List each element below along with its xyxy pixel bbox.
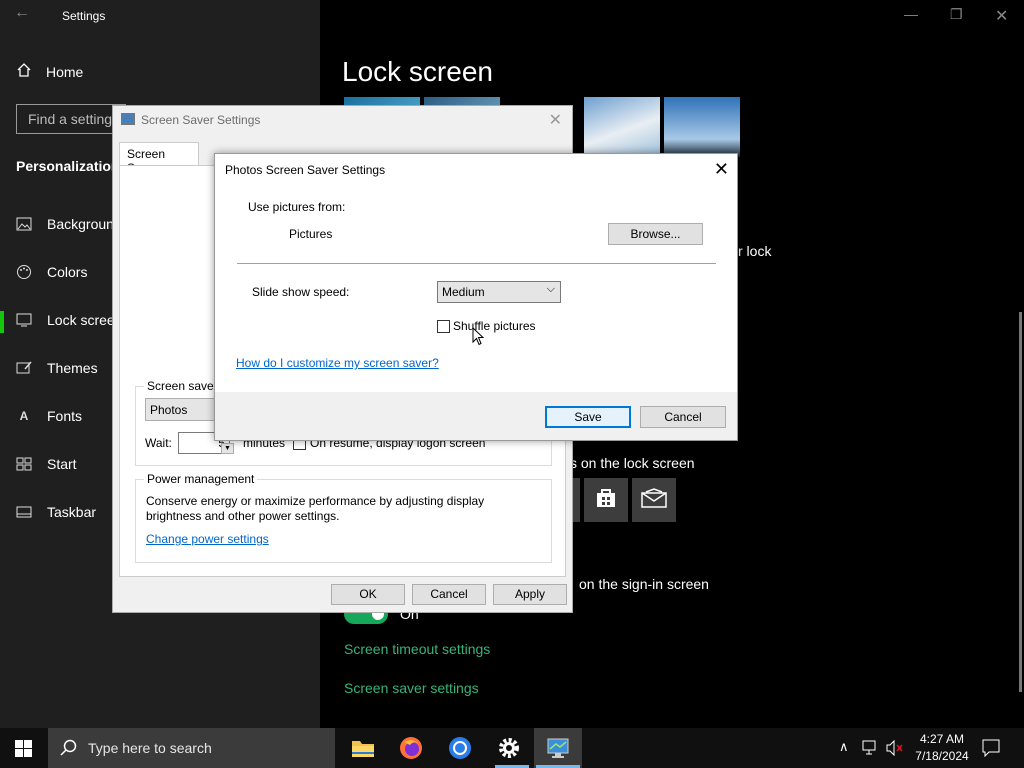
home-icon (16, 62, 32, 81)
change-power-settings-link[interactable]: Change power settings (146, 532, 269, 546)
photos-screen-saver-dialog: Photos Screen Saver Settings ✕ Use pictu… (214, 153, 738, 441)
settings-window-title: Settings (62, 9, 106, 23)
volume-muted-icon[interactable] (886, 739, 904, 761)
taskbar: Type here to search ∧ 4:27 AM 7/18/2024 (0, 728, 1024, 768)
mail-icon (641, 487, 667, 513)
clock-time[interactable]: 4:27 AM (912, 732, 972, 746)
nav-item-taskbar[interactable]: Taskbar (16, 504, 96, 520)
divider (237, 263, 716, 264)
gear-icon[interactable] (497, 736, 521, 765)
font-icon: A (19, 409, 29, 423)
chevron-down-icon: ⌵ (546, 283, 555, 295)
firefox-icon[interactable] (399, 736, 423, 765)
back-arrow-icon[interactable]: ← (14, 4, 30, 22)
taskbar-icon (16, 504, 32, 520)
chrome-icon[interactable] (448, 736, 472, 765)
picture-folder-value: Pictures (289, 227, 333, 241)
nav-home-label: Home (46, 63, 84, 80)
close-icon[interactable]: ✕ (714, 159, 729, 180)
background-thumbnail[interactable] (584, 97, 660, 157)
signin-background-heading: on the sign-in screen (579, 576, 709, 592)
screen-saver-select[interactable]: Photos (145, 398, 220, 421)
find-setting-input[interactable]: Find a setting (16, 104, 126, 134)
search-placeholder: Type here to search (88, 740, 212, 756)
store-icon (594, 487, 618, 514)
lock-screen-apps-heading: s on the lock screen (570, 455, 695, 471)
group-label: Screen saver (144, 379, 221, 393)
network-icon[interactable] (862, 740, 880, 761)
image-icon (16, 216, 32, 232)
lock-screen-app-mail[interactable] (632, 478, 676, 522)
dialog-title: Photos Screen Saver Settings (225, 163, 386, 177)
background-thumbnail[interactable] (664, 97, 740, 157)
notifications-icon[interactable] (982, 739, 1000, 762)
brush-icon (16, 360, 32, 376)
close-icon[interactable]: ✕ (995, 6, 1008, 26)
content-scrollbar[interactable] (1019, 312, 1022, 692)
tab-screen-saver[interactable]: Screen Saver (119, 142, 199, 175)
nav-home[interactable]: Home (16, 62, 83, 81)
palette-icon (16, 264, 32, 280)
slide-speed-value: Medium (442, 285, 485, 299)
nav-item-label: Start (47, 456, 77, 472)
clock-date[interactable]: 7/18/2024 (912, 749, 972, 763)
nav-item-fonts[interactable]: A Fonts (16, 408, 82, 424)
cancel-button[interactable]: Cancel (412, 584, 486, 605)
close-icon[interactable]: ✕ (549, 110, 562, 130)
lock-screen-app-store[interactable] (584, 478, 628, 522)
help-link[interactable]: How do I customize my screen saver? (236, 356, 439, 370)
ok-button[interactable]: OK (331, 584, 405, 605)
group-label: Power management (144, 472, 258, 486)
mouse-cursor-icon (472, 326, 485, 351)
nav-item-label: Taskbar (47, 504, 97, 520)
nav-item-colors[interactable]: Colors (16, 264, 87, 280)
shuffle-checkbox[interactable] (437, 320, 450, 333)
windows-logo-icon[interactable] (15, 740, 32, 762)
chevron-up-icon[interactable]: ∧ (839, 739, 849, 755)
power-description: Conserve energy or maximize performance … (146, 494, 485, 508)
slide-speed-label: Slide show speed: (252, 285, 350, 299)
section-heading: Personalization (16, 158, 120, 174)
nav-item-themes[interactable]: Themes (16, 360, 98, 376)
lock-screen-text-partial: r lock (738, 243, 772, 259)
nav-selected-indicator (0, 311, 4, 333)
search-icon (60, 739, 77, 761)
start-grid-icon (16, 456, 32, 472)
nav-item-lock-screen[interactable]: Lock screen (16, 312, 122, 328)
cancel-button[interactable]: Cancel (640, 406, 726, 428)
screen-saver-icon (121, 113, 135, 125)
wait-label: Wait: (145, 436, 172, 450)
apply-button[interactable]: Apply (493, 584, 567, 605)
monitor-icon (546, 737, 570, 764)
spin-down-icon[interactable]: ▼ (221, 443, 234, 454)
nav-item-label: Colors (47, 264, 88, 280)
nav-item-label: Themes (47, 360, 98, 376)
page-title: Lock screen (342, 56, 493, 87)
taskbar-search-box[interactable]: Type here to search (48, 728, 335, 768)
slide-speed-dropdown[interactable]: Medium ⌵ (437, 281, 561, 303)
lock-screen-icon (16, 312, 32, 328)
shuffle-label: Shuffle pictures (453, 319, 536, 333)
restore-icon[interactable]: ❐ (950, 6, 963, 23)
dialog-title: Screen Saver Settings (141, 113, 261, 127)
screen-timeout-link[interactable]: Screen timeout settings (344, 641, 490, 657)
minimize-icon[interactable]: — (904, 6, 918, 22)
power-description: brightness and other power settings. (146, 509, 340, 523)
nav-item-label: Background (47, 216, 122, 232)
taskbar-app-screensaver[interactable] (534, 728, 582, 768)
save-button[interactable]: Save (545, 406, 631, 428)
nav-item-label: Fonts (47, 408, 83, 424)
nav-item-start[interactable]: Start (16, 456, 77, 472)
nav-item-background[interactable]: Background (16, 216, 122, 232)
browse-button[interactable]: Browse... (608, 223, 703, 245)
file-explorer-icon[interactable] (351, 737, 375, 764)
screen-saver-link[interactable]: Screen saver settings (344, 680, 479, 696)
use-pictures-label: Use pictures from: (248, 200, 346, 214)
